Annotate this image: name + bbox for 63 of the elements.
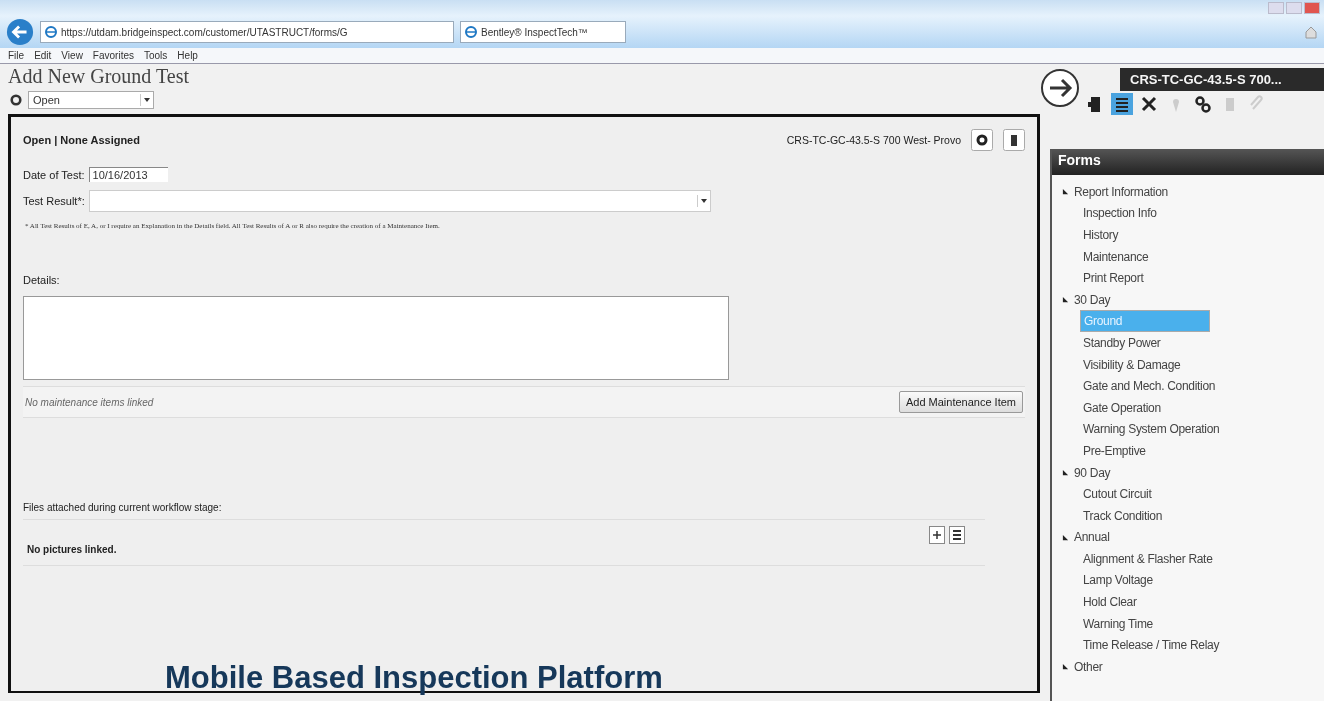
add-file-icon[interactable] xyxy=(929,526,945,544)
empty-message: No maintenance items linked xyxy=(25,396,154,408)
tree-item[interactable]: Time Release / Time Relay xyxy=(1080,636,1223,655)
list-icon[interactable] xyxy=(1111,93,1133,115)
address-bar[interactable]: https://utdam.bridgeinspect.com/customer/UTASTRUCT/forms/G xyxy=(40,21,454,43)
tree-group[interactable]: Annual xyxy=(1074,530,1110,545)
asset-title: CRS-TC-GC-43.5-S 700... xyxy=(1120,68,1324,91)
tree-item[interactable]: History xyxy=(1080,226,1122,244)
tree-group[interactable]: Other xyxy=(1074,659,1103,674)
status-text: Open | None Assigned xyxy=(23,134,140,146)
menu-item[interactable]: File xyxy=(8,50,25,61)
expander-icon[interactable] xyxy=(1062,296,1069,304)
menu-item[interactable]: Edit xyxy=(34,50,52,61)
expander-icon[interactable] xyxy=(1062,188,1069,196)
tree-group[interactable]: 30 Day xyxy=(1074,292,1111,307)
keys-icon[interactable] xyxy=(1192,93,1214,115)
expander-icon[interactable] xyxy=(1062,663,1069,671)
tree-item[interactable]: Gate Operation xyxy=(1080,398,1164,417)
delete-button[interactable] xyxy=(1003,129,1025,151)
gear-icon[interactable] xyxy=(10,94,22,106)
tree-item[interactable]: Alignment & Flasher Rate xyxy=(1080,549,1216,568)
details-field[interactable] xyxy=(23,296,729,380)
expander-icon[interactable] xyxy=(1062,533,1069,541)
page-icon xyxy=(45,26,57,38)
files-label: Files attached during current workflow stage: xyxy=(23,502,223,513)
empty-message: No pictures linked. xyxy=(27,544,118,555)
tree-item[interactable]: Track Condition xyxy=(1080,506,1166,525)
page-icon xyxy=(465,26,477,38)
page-title: Add New Ground Test xyxy=(8,64,190,88)
expander-icon[interactable] xyxy=(1062,469,1069,476)
tree-item[interactable]: Hold Clear xyxy=(1080,593,1140,612)
list-icon[interactable] xyxy=(949,526,965,544)
tree-item[interactable]: Warning Time xyxy=(1080,614,1156,633)
tree-item[interactable]: Visibility & Damage xyxy=(1080,355,1184,374)
tree-item[interactable]: Inspection Info xyxy=(1080,204,1160,223)
caption: Mobile Based Inspection Platform xyxy=(165,660,663,696)
field-label: Date of Test: xyxy=(23,168,85,181)
details-label: Details: xyxy=(23,274,61,286)
caret-icon[interactable] xyxy=(140,94,153,106)
menu-item[interactable]: Tools xyxy=(144,50,168,61)
menu-item[interactable]: View xyxy=(61,50,83,61)
date-field[interactable]: 10/16/2013 xyxy=(88,167,168,182)
status-select[interactable]: Open xyxy=(28,91,154,109)
tree-item[interactable]: Pre-Emptive xyxy=(1080,441,1149,460)
back-button[interactable] xyxy=(6,18,34,46)
panel-header: Forms xyxy=(1052,149,1324,175)
caret-icon[interactable] xyxy=(696,195,710,207)
tree-item[interactable]: Print Report xyxy=(1080,269,1147,288)
settings-button[interactable] xyxy=(971,129,993,151)
tree-item[interactable]: Lamp Voltage xyxy=(1080,571,1156,590)
tree-item[interactable]: Warning System Operation xyxy=(1080,420,1223,439)
tree-item[interactable]: Maintenance xyxy=(1080,247,1152,266)
tree-group[interactable]: 90 Day xyxy=(1074,465,1111,480)
menu-item[interactable]: Help xyxy=(177,50,198,61)
menu-item[interactable]: Favorites xyxy=(92,50,134,61)
field-label: Test Result*: xyxy=(23,195,85,207)
tree-item[interactable]: Cutout Circuit xyxy=(1080,485,1155,504)
browser-tab[interactable]: Bentley® InspectTech™ xyxy=(460,21,626,43)
tree-item[interactable]: Standby Power xyxy=(1080,333,1164,352)
tree-group[interactable]: Report Information xyxy=(1074,184,1168,199)
tree-item[interactable]: Gate and Mech. Condition xyxy=(1080,377,1219,396)
asset-name: CRS-TC-GC-43.5-S 700 West- Provo xyxy=(786,134,961,146)
add-maintenance-button[interactable]: Add Maintenance Item xyxy=(898,391,1023,413)
